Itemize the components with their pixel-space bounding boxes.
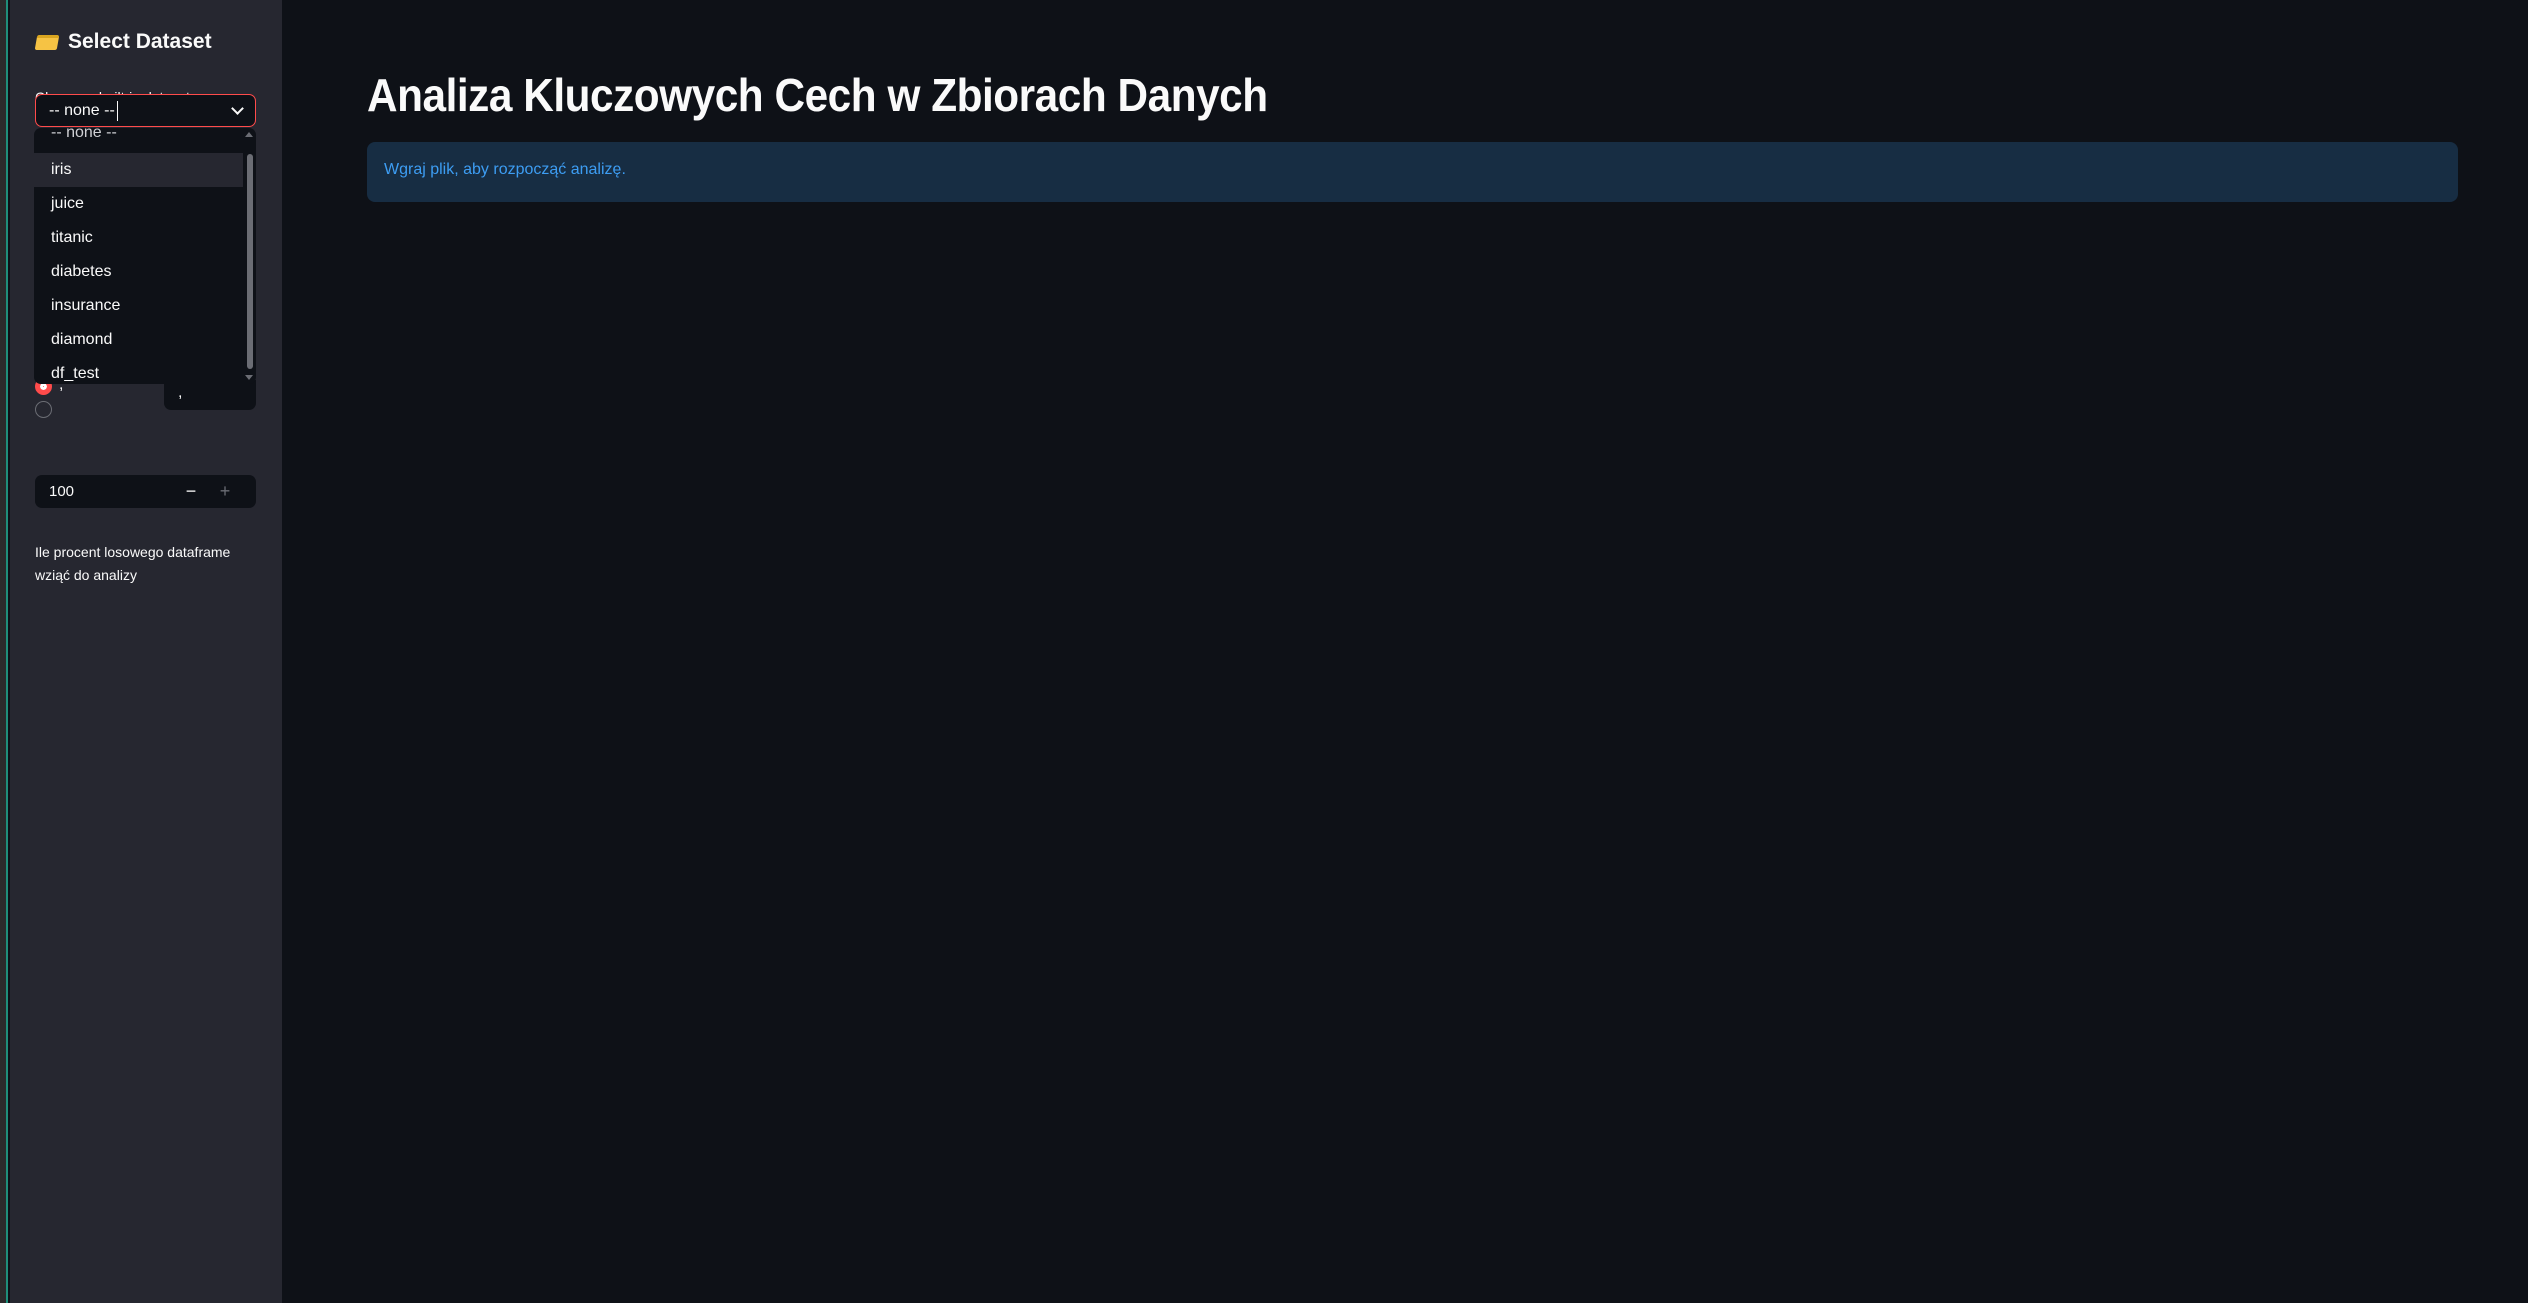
decrement-button[interactable]: −	[174, 481, 208, 502]
folder-icon	[34, 34, 60, 50]
percent-value[interactable]: 100	[49, 483, 174, 500]
dataset-select[interactable]: -- none --	[35, 94, 256, 127]
scroll-up-icon[interactable]	[245, 132, 253, 137]
percent-number-input[interactable]: 100 − +	[35, 475, 256, 508]
percent-label-line2: wziąć do analizy	[35, 567, 137, 583]
option-iris[interactable]: iris	[34, 153, 243, 187]
percent-label: Ile procent losowego dataframe wziąć do …	[35, 541, 230, 587]
page-title: Analiza Kluczowych Cech w Zbiorach Danyc…	[367, 69, 1268, 121]
option-juice[interactable]: juice	[34, 187, 243, 221]
dataset-dropdown: -- none -- iris juice titanic diabetes i…	[34, 128, 256, 384]
separator-input[interactable]: ,	[164, 380, 256, 410]
option-diamond[interactable]: diamond	[34, 323, 243, 357]
option-df-test[interactable]: df_test	[34, 357, 243, 384]
text-caret	[116, 100, 118, 121]
sidebar-title-text: Select Dataset	[68, 30, 212, 53]
option-insurance[interactable]: insurance	[34, 289, 243, 323]
window-edge	[0, 0, 8, 1303]
dropdown-scrollbar[interactable]	[247, 154, 253, 369]
sidebar: Select Dataset Choose a built-in dataset…	[10, 0, 282, 1303]
info-alert: Wgraj plik, aby rozpocząć analizę.	[367, 142, 2458, 202]
chevron-down-icon[interactable]	[231, 101, 244, 115]
radio-option-2[interactable]	[35, 401, 52, 418]
dataset-select-value: -- none --	[49, 101, 115, 119]
option-diabetes[interactable]: diabetes	[34, 255, 243, 289]
sidebar-title: Select Dataset	[34, 30, 212, 54]
increment-button[interactable]: +	[208, 481, 242, 502]
scroll-down-icon[interactable]	[245, 375, 253, 380]
option-titanic[interactable]: titanic	[34, 221, 243, 255]
percent-label-line1: Ile procent losowego dataframe	[35, 544, 231, 560]
option-none[interactable]: -- none --	[34, 128, 243, 153]
